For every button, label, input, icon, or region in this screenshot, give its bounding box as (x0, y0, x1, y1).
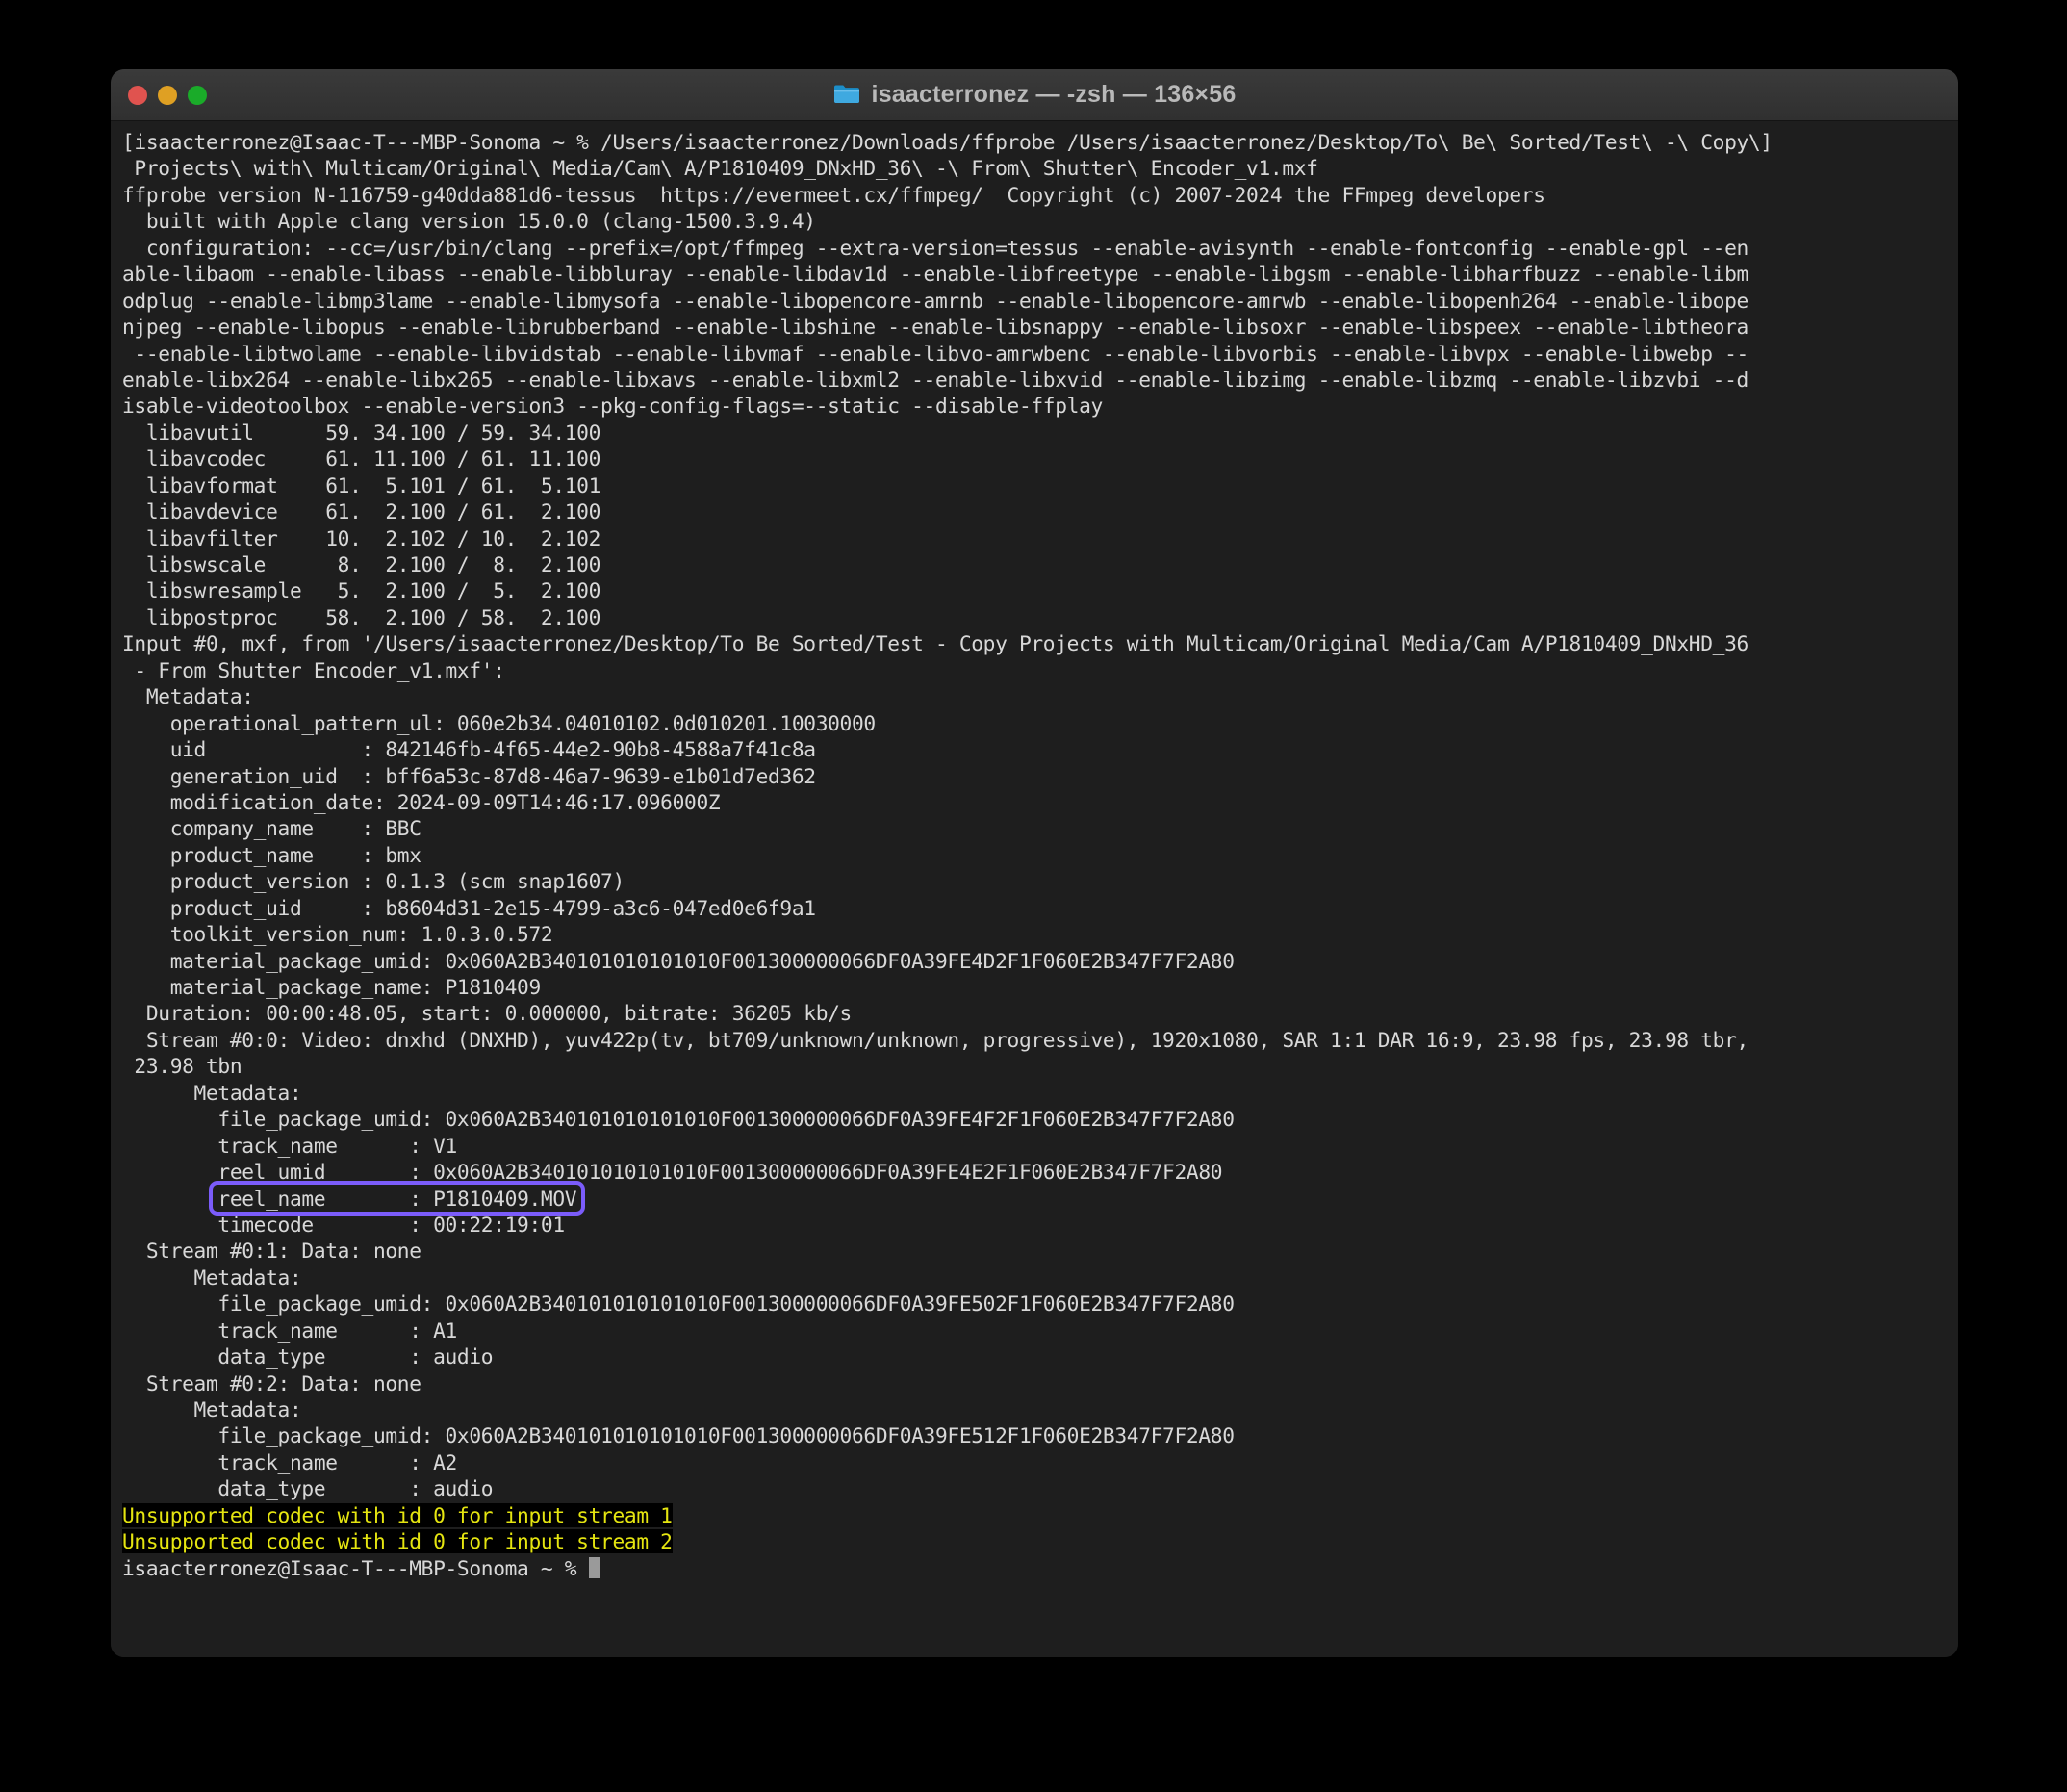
terminal-line: Input #0, mxf, from '/Users/isaacterrone… (122, 631, 1748, 656)
terminal-line: reel_name : P1810409.MOV (122, 1180, 1958, 1216)
terminal-line: - From Shutter Encoder_v1.mxf': (122, 657, 505, 682)
terminal-line: operational_pattern_ul: 060e2b34.0401010… (122, 710, 876, 735)
window-title: isaacterronez — -zsh — 136×56 (871, 81, 1237, 108)
terminal-output: [isaacterronez@Isaac-T---MBP-Sonoma ~ % … (116, 129, 1958, 1581)
warning-text: Unsupported codec with id 0 for input st… (122, 1502, 673, 1527)
highlighted-reel-name: reel_name : P1810409.MOV (209, 1180, 586, 1216)
terminal-line: generation_uid : bff6a53c-87d8-46a7-9639… (122, 763, 816, 788)
terminal-line: file_package_umid: 0x060A2B3401010101010… (122, 1423, 1235, 1448)
terminal-line: timecode : 00:22:19:01 (122, 1212, 565, 1237)
maximize-button[interactable] (188, 85, 207, 105)
terminal-line: modification_date: 2024-09-09T14:46:17.0… (122, 789, 721, 814)
terminal-line: [isaacterronez@Isaac-T---MBP-Sonoma ~ % … (122, 130, 1773, 154)
terminal-line: libavformat 61. 5.101 / 61. 5.101 (122, 473, 601, 498)
terminal-line: product_name : bmx (122, 842, 421, 867)
terminal-line: --enable-libtwolame --enable-libvidstab … (122, 341, 1748, 366)
terminal-line: libavdevice 61. 2.100 / 61. 2.100 (122, 499, 601, 525)
terminal-line: Metadata: (122, 1080, 302, 1105)
terminal-line: file_package_umid: 0x060A2B3401010101010… (122, 1292, 1235, 1317)
terminal-line: track_name : V1 (122, 1133, 457, 1158)
terminal-warning-line: Unsupported codec with id 0 for input st… (122, 1528, 1958, 1554)
terminal-line: built with Apple clang version 15.0.0 (c… (122, 209, 816, 234)
close-button[interactable] (128, 85, 147, 105)
window-titlebar[interactable]: isaacterronez — -zsh — 136×56 (111, 69, 1958, 121)
terminal-line: configuration: --cc=/usr/bin/clang --pre… (122, 235, 1748, 260)
screen: isaacterronez — -zsh — 136×56 [isaacterr… (0, 0, 2067, 1792)
terminal-line: track_name : A2 (122, 1449, 457, 1474)
terminal-line: ffprobe version N-116759-g40dda881d6-tes… (122, 182, 1545, 207)
minimize-button[interactable] (158, 85, 177, 105)
terminal-line: enable-libx264 --enable-libx265 --enable… (122, 367, 1748, 392)
terminal-line: Duration: 00:00:48.05, start: 0.000000, … (122, 1001, 852, 1026)
terminal-line: libpostproc 58. 2.100 / 58. 2.100 (122, 604, 601, 629)
terminal-line: data_type : audio (122, 1476, 494, 1501)
highlight-box (209, 1180, 586, 1216)
warning-text: Unsupported codec with id 0 for input st… (122, 1529, 673, 1554)
window-title-group: isaacterronez — -zsh — 136×56 (111, 81, 1958, 109)
terminal-line: Metadata: (122, 1397, 302, 1421)
terminal-line: file_package_umid: 0x060A2B3401010101010… (122, 1107, 1235, 1132)
terminal-line: libswresample 5. 2.100 / 5. 2.100 (122, 578, 601, 603)
terminal-line: Projects\ with\ Multicam/Original\ Media… (122, 156, 1318, 181)
terminal-line: reel_umid : 0x060A2B340101010101010F0013… (122, 1160, 1223, 1185)
terminal-line: product_version : 0.1.3 (scm snap1607) (122, 869, 625, 894)
terminal-line: libavcodec 61. 11.100 / 61. 11.100 (122, 447, 601, 472)
terminal-line: toolkit_version_num: 1.0.3.0.572 (122, 922, 553, 947)
terminal-line: able-libaom --enable-libass --enable-lib… (122, 262, 1748, 287)
terminal-line: Stream #0:0: Video: dnxhd (DNXHD), yuv42… (122, 1027, 1748, 1052)
terminal-line: product_uid : b8604d31-2e15-4799-a3c6-04… (122, 895, 816, 920)
terminal-line: odplug --enable-libmp3lame --enable-libm… (122, 288, 1748, 313)
terminal-prompt-line[interactable]: isaacterronez@Isaac-T---MBP-Sonoma ~ % (122, 1555, 1958, 1581)
terminal-line: libavfilter 10. 2.102 / 10. 2.102 (122, 525, 601, 550)
terminal-line: Metadata: (122, 1265, 302, 1290)
terminal-line: libavutil 59. 34.100 / 59. 34.100 (122, 420, 601, 445)
terminal-line: company_name : BBC (122, 816, 421, 841)
terminal-line: 23.98 tbn (122, 1054, 242, 1079)
terminal-line: Metadata: (122, 684, 254, 709)
terminal-line: libswscale 8. 2.100 / 8. 2.100 (122, 552, 601, 576)
terminal-window: isaacterronez — -zsh — 136×56 [isaacterr… (111, 69, 1958, 1657)
terminal-line: uid : 842146fb-4f65-44e2-90b8-4588a7f41c… (122, 737, 816, 762)
text-cursor (588, 1556, 600, 1578)
terminal-line: data_type : audio (122, 1344, 494, 1370)
terminal-body[interactable]: [isaacterronez@Isaac-T---MBP-Sonoma ~ % … (111, 121, 1958, 1657)
traffic-light-buttons (128, 85, 207, 105)
terminal-line: material_package_name: P1810409 (122, 975, 542, 999)
terminal-line: njpeg --enable-libopus --enable-librubbe… (122, 315, 1748, 340)
folder-icon (833, 83, 860, 108)
terminal-line: isable-videotoolbox --enable-version3 --… (122, 394, 1103, 419)
terminal-warning-line: Unsupported codec with id 0 for input st… (122, 1502, 1958, 1528)
terminal-line: track_name : A1 (122, 1318, 457, 1343)
terminal-line: material_package_umid: 0x060A2B340101010… (122, 948, 1235, 973)
terminal-line: Stream #0:1: Data: none (122, 1239, 421, 1264)
terminal-line: Stream #0:2: Data: none (122, 1370, 421, 1395)
